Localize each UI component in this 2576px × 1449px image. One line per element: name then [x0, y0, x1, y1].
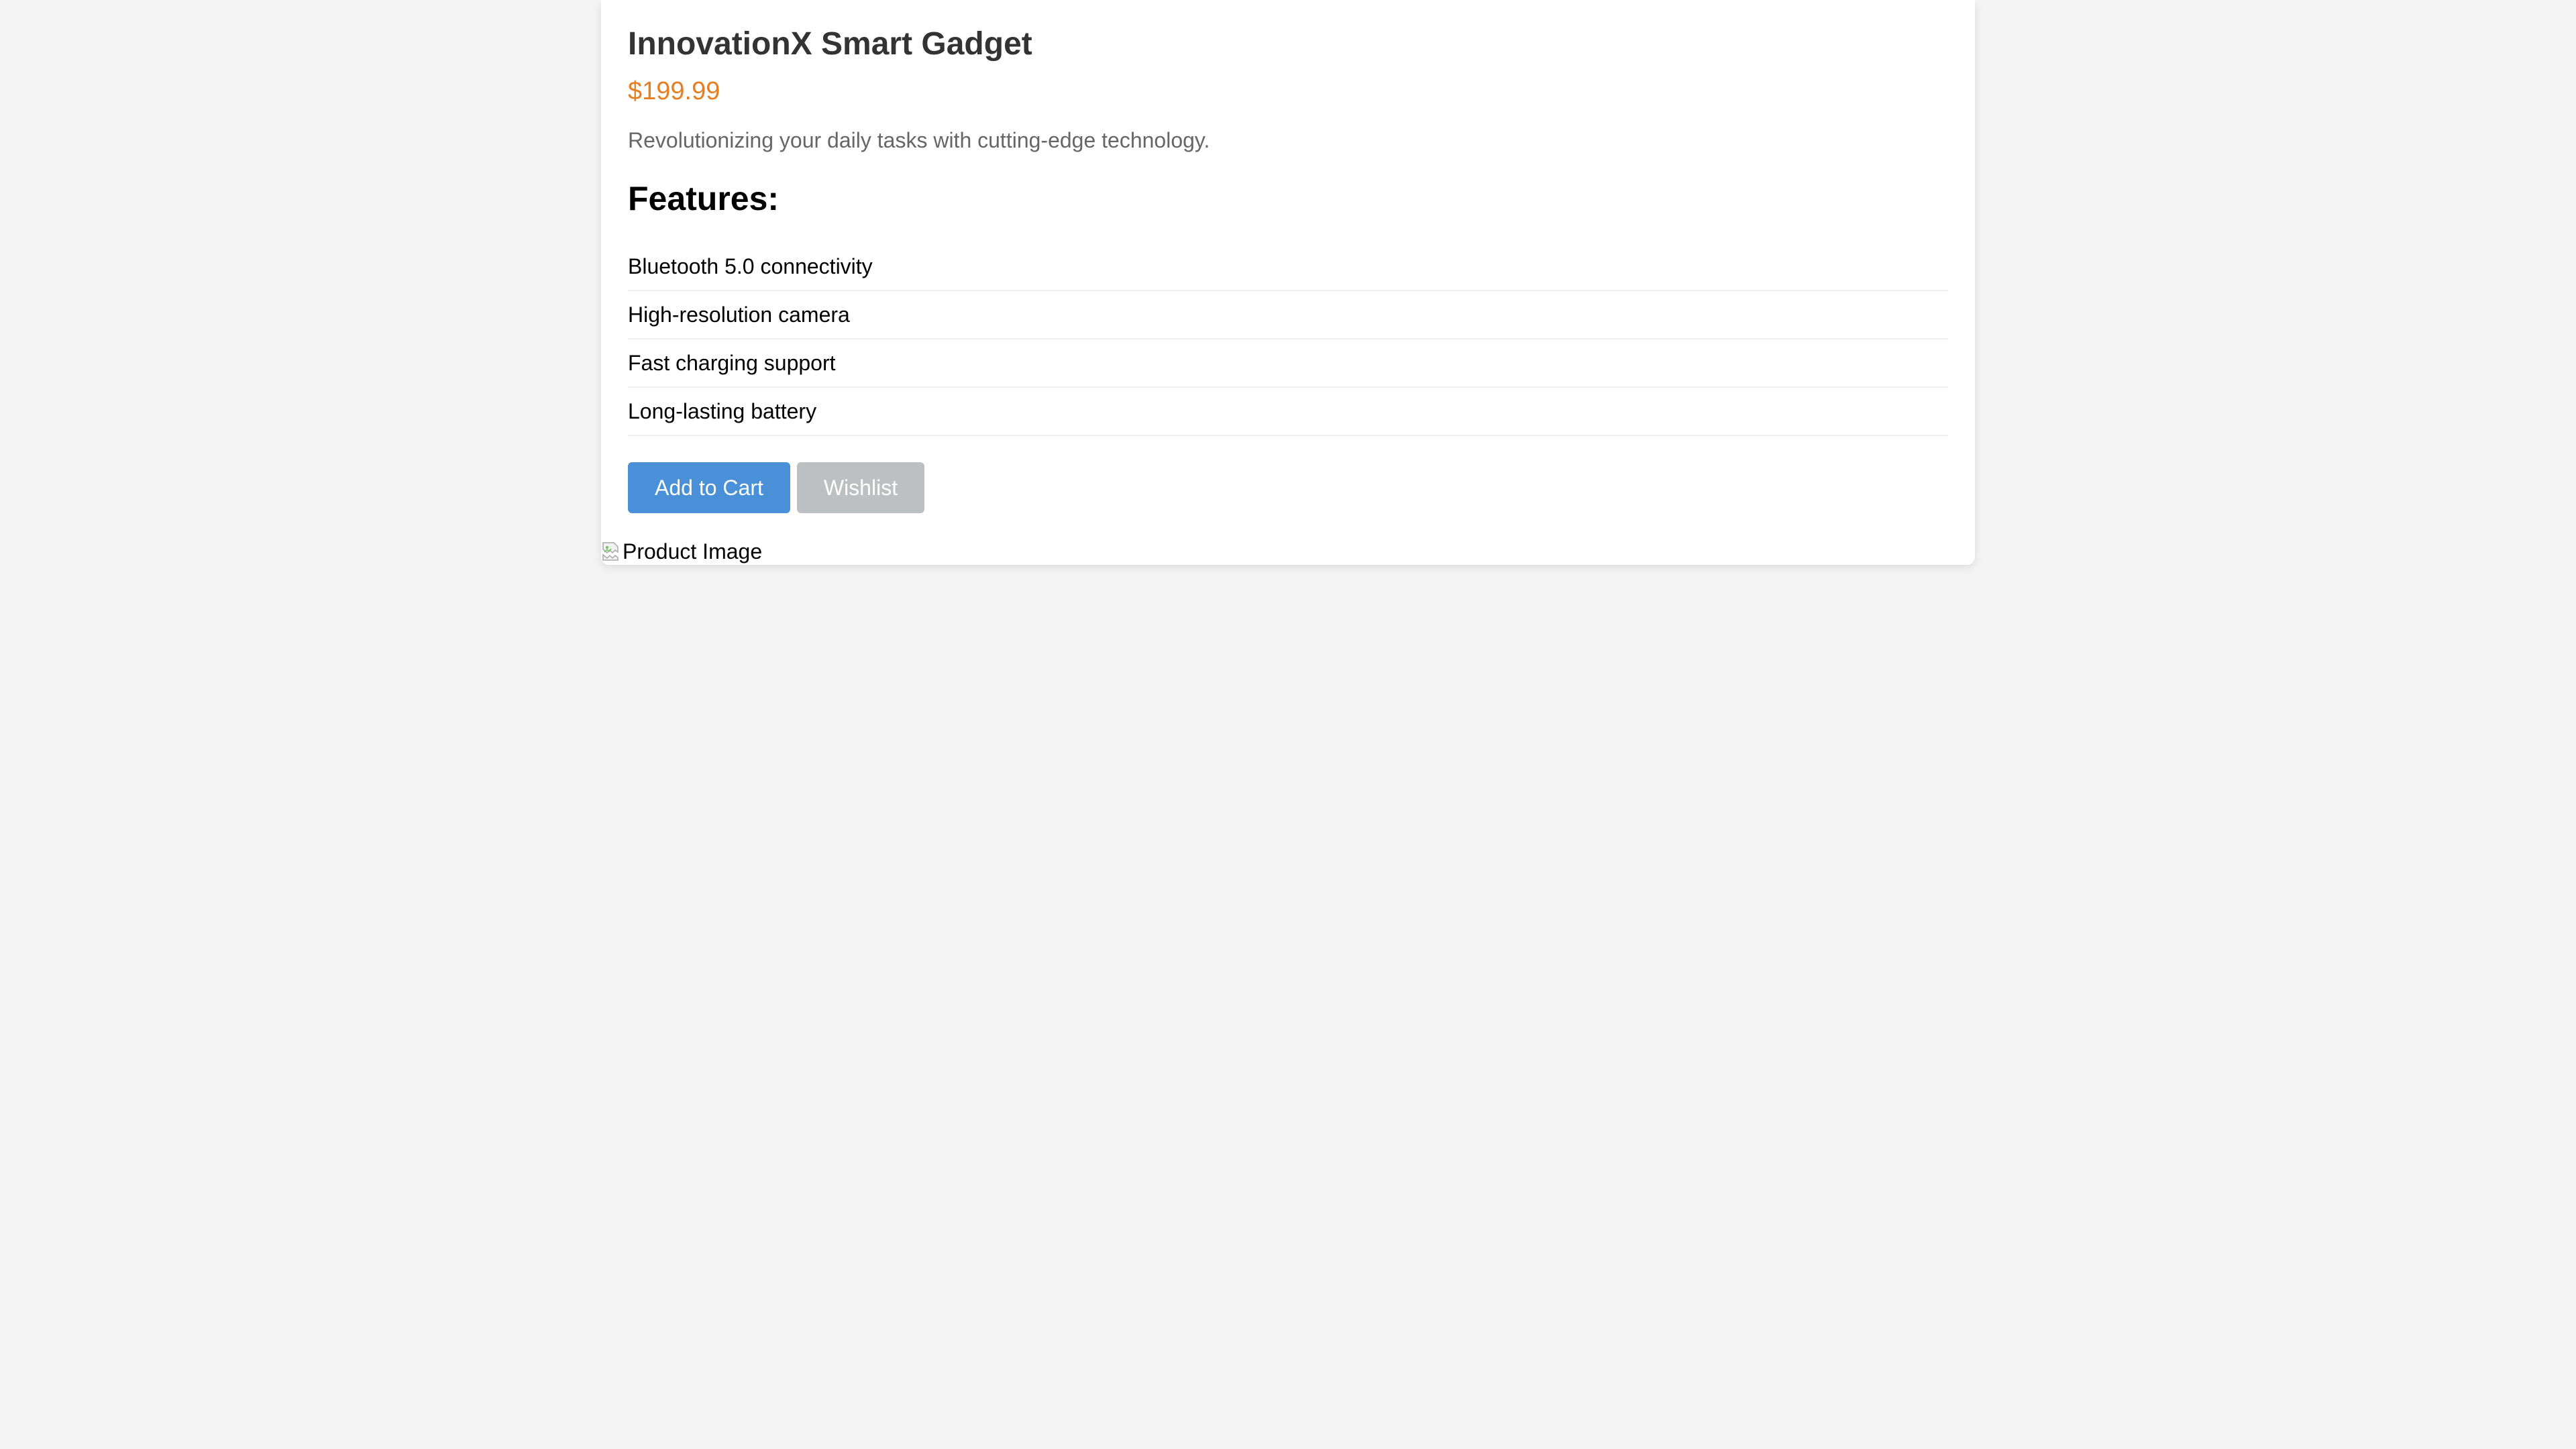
feature-item: High-resolution camera: [628, 291, 1948, 339]
product-image-alt: Product Image: [623, 539, 763, 564]
wishlist-button[interactable]: Wishlist: [796, 462, 925, 513]
feature-item: Long-lasting battery: [628, 388, 1948, 436]
feature-item: Fast charging support: [628, 339, 1948, 388]
product-image: Product Image: [601, 537, 762, 566]
features-list: Bluetooth 5.0 connectivity High-resoluti…: [628, 243, 1948, 436]
product-card: InnovationX Smart Gadget $199.99 Revolut…: [601, 0, 1975, 565]
features-heading: Features:: [628, 180, 780, 217]
action-buttons: Add to Cart Wishlist: [628, 462, 925, 513]
product-price: $199.99: [628, 77, 720, 105]
broken-image-icon: [601, 540, 621, 563]
product-title: InnovationX Smart Gadget: [628, 26, 1032, 62]
feature-item: Bluetooth 5.0 connectivity: [628, 243, 1948, 291]
add-to-cart-button[interactable]: Add to Cart: [628, 462, 790, 513]
product-description: Revolutionizing your daily tasks with cu…: [628, 128, 1210, 152]
